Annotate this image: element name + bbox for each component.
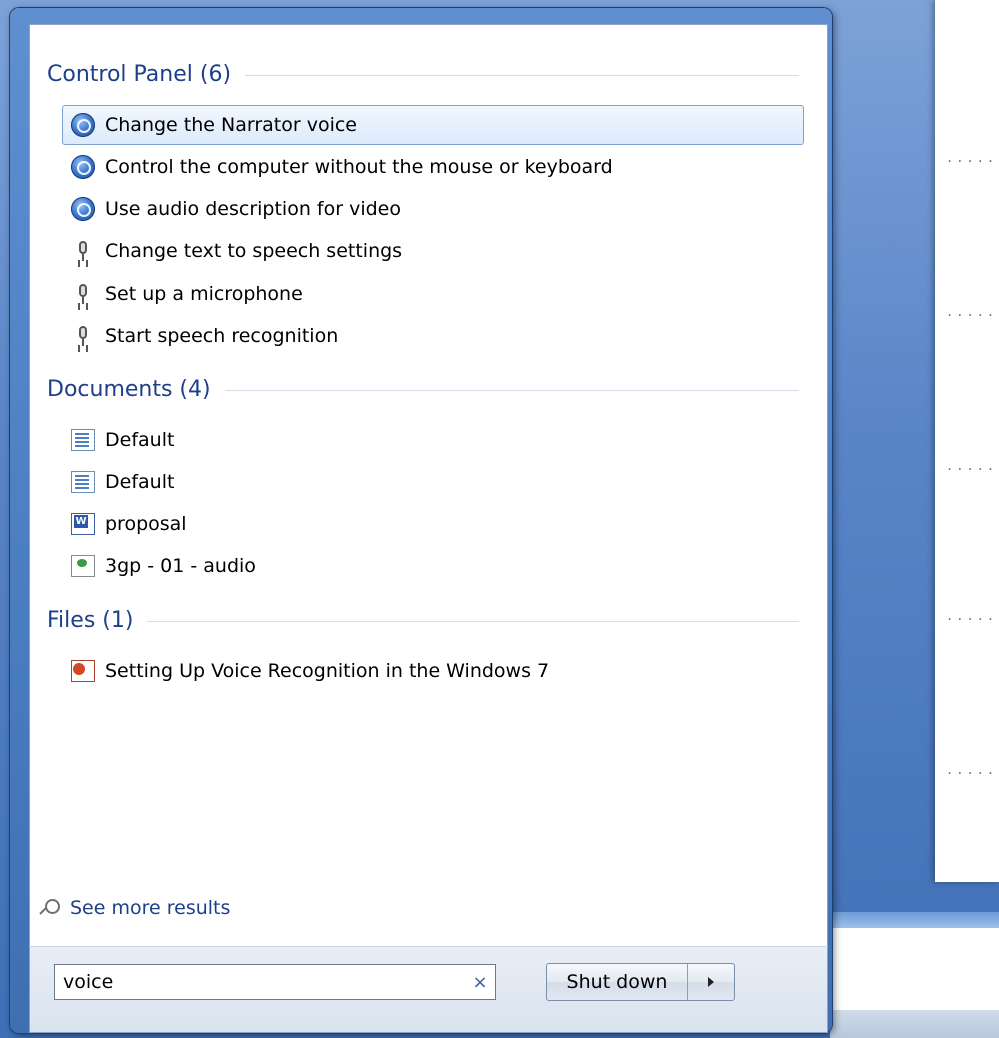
taskbar-strip [830,1010,999,1038]
shutdown-button[interactable]: Shut down [547,964,688,1000]
result-label: Control the computer without the mouse o… [105,156,613,178]
result-item-3gp-audio[interactable]: 3gp - 01 - audio [62,546,804,586]
result-label: Start speech recognition [105,325,339,347]
dotted-leader: ..... [946,459,998,473]
chevron-right-icon [708,977,714,987]
result-label: Change the Narrator voice [105,114,358,136]
background-window-panel [830,928,999,1010]
result-item-proposal[interactable]: proposal [62,504,804,544]
accessibility-icon [71,113,95,137]
result-label: Use audio description for video [105,198,401,220]
clear-search-button[interactable]: × [465,972,495,993]
group-divider [245,74,799,76]
microphone-icon [71,324,95,348]
group-title: Documents (4) [47,376,211,402]
group-title: Files (1) [47,607,134,633]
group-header-control-panel[interactable]: Control Panel (6) [47,59,799,89]
powerpoint-file-icon [71,660,95,682]
text-document-icon [71,471,95,493]
group-divider [147,620,799,622]
shutdown-button-group: Shut down [546,963,735,1001]
background-window [935,0,999,882]
dotted-leader: ..... [946,305,998,319]
group-header-files[interactable]: Files (1) [47,605,799,635]
dotted-leader: ..... [946,609,998,623]
start-search-box[interactable]: × [54,964,496,1000]
search-input[interactable] [55,966,465,998]
media-file-icon [71,555,95,577]
accessibility-icon [71,197,95,221]
result-label: proposal [105,513,187,535]
result-item-default-1[interactable]: Default [62,420,804,460]
result-label: Setting Up Voice Recognition in the Wind… [105,660,550,682]
accessibility-icon [71,155,95,179]
microphone-icon [71,239,95,263]
result-item-text-to-speech[interactable]: Change text to speech settings [62,231,804,271]
see-more-label: See more results [70,897,231,919]
result-item-set-up-microphone[interactable]: Set up a microphone [62,274,804,314]
dotted-leader: ..... [946,763,998,777]
group-title: Control Panel (6) [47,61,232,87]
group-header-documents[interactable]: Documents (4) [47,374,799,404]
shutdown-options-button[interactable] [688,964,734,1000]
result-item-change-narrator-voice[interactable]: Change the Narrator voice [62,105,804,145]
result-label: 3gp - 01 - audio [105,555,256,577]
result-item-control-without-mouse[interactable]: Control the computer without the mouse o… [62,147,804,187]
result-item-default-2[interactable]: Default [62,462,804,502]
see-more-results-link[interactable]: See more results [40,893,230,923]
search-icon [40,898,60,918]
result-label: Set up a microphone [105,283,303,305]
result-item-setting-up-voice-recognition[interactable]: Setting Up Voice Recognition in the Wind… [62,651,804,691]
microphone-icon [71,282,95,306]
word-document-icon [71,513,95,535]
group-divider [224,389,799,391]
result-label: Default [105,471,175,493]
result-item-audio-description[interactable]: Use audio description for video [62,189,804,229]
result-label: Change text to speech settings [105,240,403,262]
background-window-edge [830,912,999,928]
result-item-start-speech-recognition[interactable]: Start speech recognition [62,316,804,356]
result-label: Default [105,429,175,451]
text-document-icon [71,429,95,451]
dotted-leader: ..... [946,151,998,165]
